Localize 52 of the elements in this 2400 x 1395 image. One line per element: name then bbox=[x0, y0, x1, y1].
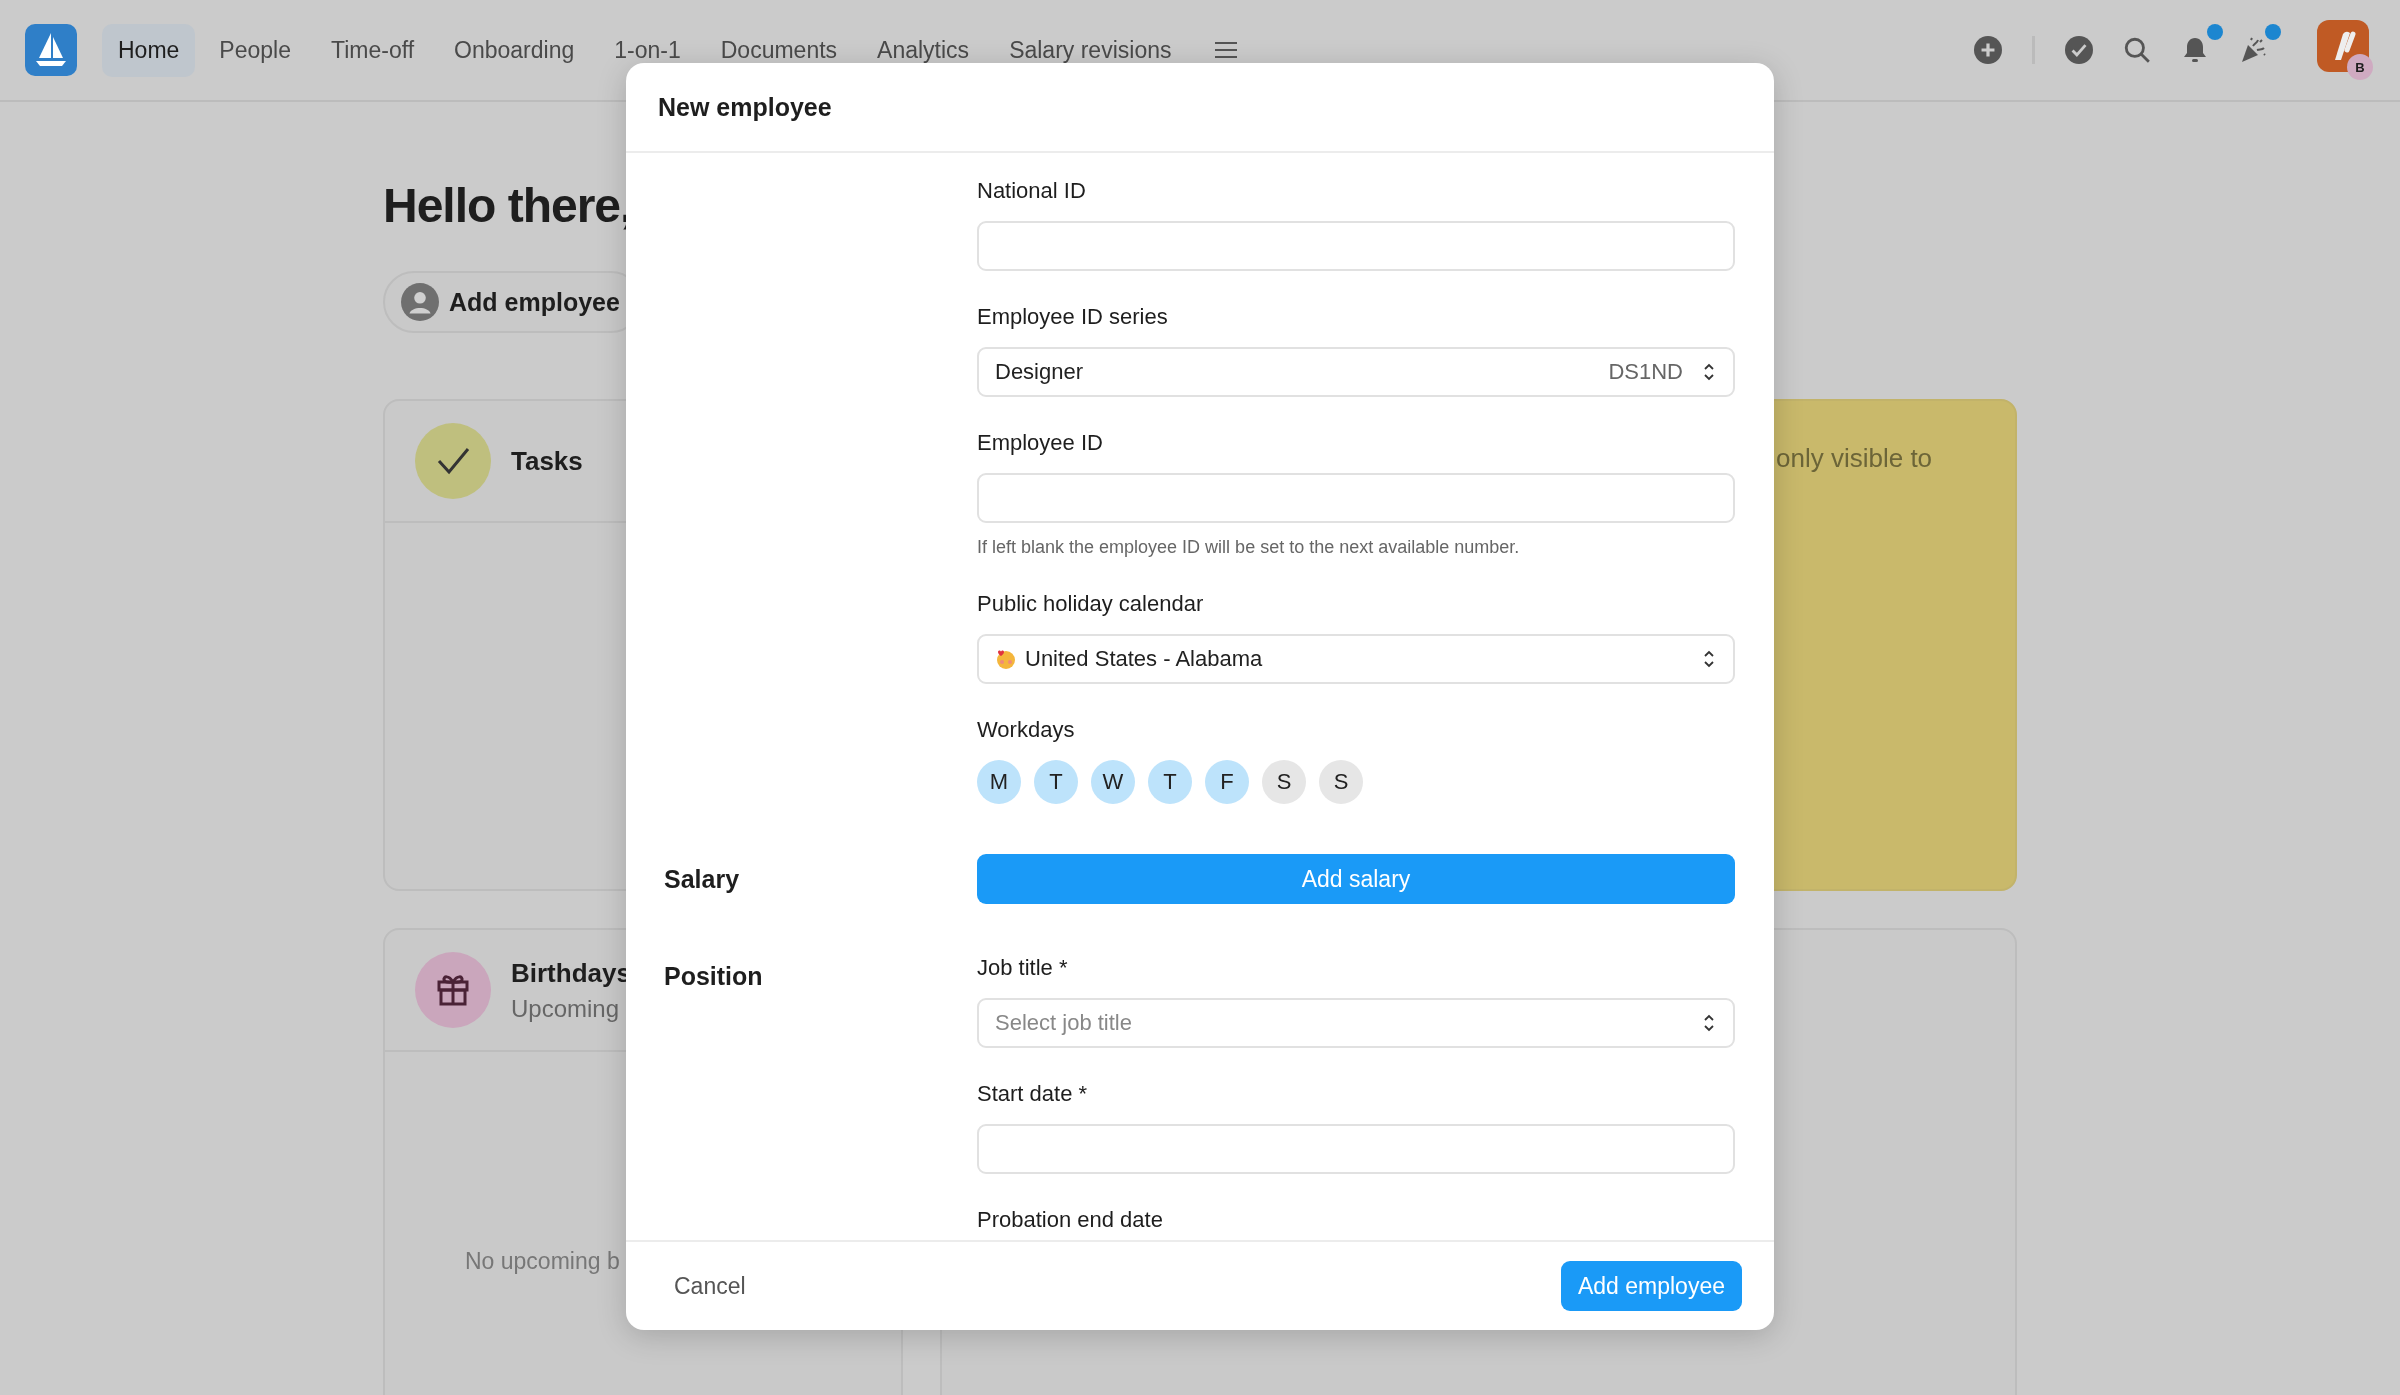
notice-text: only visible to bbox=[1776, 443, 1933, 473]
field-label: Employee ID bbox=[977, 429, 1104, 457]
smiley-icon bbox=[995, 648, 1017, 670]
dialog-title: New employee bbox=[658, 92, 832, 122]
weekday-toggle[interactable]: M bbox=[977, 760, 1021, 804]
card-title: Birthdays bbox=[511, 957, 631, 989]
input-field[interactable] bbox=[977, 473, 1735, 523]
select-field[interactable]: United States - Alabama bbox=[977, 634, 1735, 684]
section-heading: Salary bbox=[664, 864, 741, 894]
select-field[interactable]: Designer DS1ND bbox=[977, 347, 1735, 397]
weekday-toggle[interactable]: F bbox=[1205, 760, 1249, 804]
nav-tab[interactable]: Home bbox=[102, 23, 196, 77]
menu-icon[interactable] bbox=[1215, 41, 1238, 59]
gift-icon bbox=[415, 952, 491, 1028]
nav-tab[interactable]: Onboarding bbox=[438, 23, 591, 77]
company-logo-icon[interactable] bbox=[2317, 20, 2369, 72]
empty-state-text: No upcoming b bbox=[465, 1248, 620, 1274]
card-subtitle: Upcoming bbox=[511, 994, 621, 1023]
checkmark-icon bbox=[415, 423, 491, 499]
field-label: Start date * bbox=[977, 1080, 1089, 1108]
weekday-toggle[interactable]: T bbox=[1034, 760, 1078, 804]
bell-icon[interactable] bbox=[2181, 36, 2209, 64]
field-label: Public holiday calendar bbox=[977, 590, 1205, 618]
weekday-toggle[interactable]: S bbox=[1319, 760, 1363, 804]
add-icon[interactable] bbox=[1974, 36, 2002, 64]
nav-tab[interactable]: Time-off bbox=[315, 23, 431, 77]
field-label: Probation end date bbox=[977, 1206, 1164, 1234]
hint-text: If left blank the employee ID will be set to the next available number. bbox=[977, 537, 1521, 558]
nav-tab[interactable]: People bbox=[203, 23, 307, 77]
search-icon[interactable] bbox=[2123, 36, 2151, 64]
chevron-updown-icon bbox=[1703, 1013, 1715, 1033]
field-label: Workdays bbox=[977, 716, 1076, 744]
section-heading: Position bbox=[664, 961, 764, 991]
party-popper-icon[interactable] bbox=[2239, 36, 2267, 64]
input-field[interactable] bbox=[977, 221, 1735, 271]
weekday-toggle[interactable]: T bbox=[1148, 760, 1192, 804]
sailboat-logo-icon[interactable] bbox=[25, 24, 77, 76]
check-circle-icon[interactable] bbox=[2065, 36, 2093, 64]
greeting-heading: Hello there, bbox=[383, 178, 633, 233]
field-label: National ID bbox=[977, 177, 1087, 205]
chevron-updown-icon bbox=[1703, 362, 1715, 382]
input-field[interactable] bbox=[977, 1124, 1735, 1174]
cancel-button[interactable]: Cancel bbox=[662, 1264, 758, 1308]
user-initial-badge[interactable]: B bbox=[2347, 54, 2373, 80]
field-label: Employee ID series bbox=[977, 303, 1169, 331]
card-title: Tasks bbox=[511, 445, 583, 477]
select-field[interactable]: Select job title bbox=[977, 998, 1735, 1048]
person-icon bbox=[401, 283, 439, 321]
chevron-updown-icon bbox=[1703, 649, 1715, 669]
field-label: Job title * bbox=[977, 954, 1069, 982]
weekday-toggle[interactable]: W bbox=[1091, 760, 1135, 804]
weekday-toggle[interactable]: S bbox=[1262, 760, 1306, 804]
